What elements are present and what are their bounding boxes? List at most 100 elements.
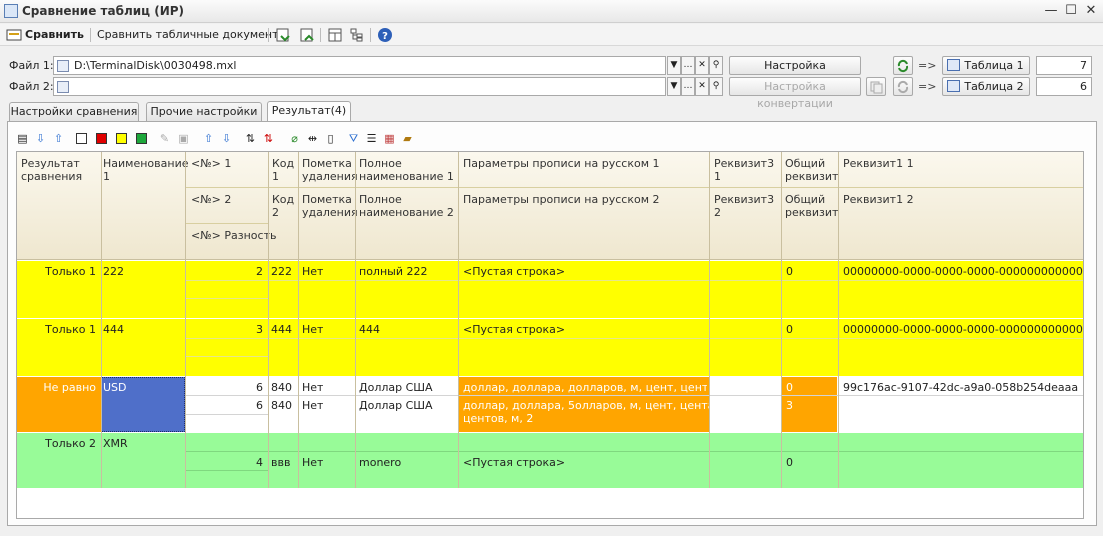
sort-desc-icon[interactable]: ⇅ — [262, 132, 275, 145]
col-header-req3-2[interactable]: Реквизит3 2 — [714, 193, 776, 219]
save-icon[interactable]: ▣ — [177, 132, 190, 145]
title-bar: Сравнение таблиц (ИР) — ☐ ✕ — [0, 0, 1103, 23]
arrow-down-icon[interactable]: ⇩ — [34, 132, 47, 145]
col-header-num1[interactable]: <№> 1 — [191, 157, 231, 170]
table-row[interactable]: Только 1 444 3 444 Нет 444 <Пустая строк… — [17, 319, 1083, 376]
color-red-button[interactable] — [96, 133, 107, 144]
result-grid[interactable]: Результат сравнения Наименование 1 <№> 1… — [16, 151, 1084, 519]
table-icon — [947, 80, 960, 92]
list-icon[interactable]: ☰ — [365, 132, 378, 145]
main-toolbar: Сравнить Сравнить табличные документы ? — [0, 24, 1103, 46]
cell-req1: 99c176ac-9107-42dc-a9a0-058b254deaaa — [843, 381, 1079, 394]
table-icon[interactable] — [327, 27, 343, 43]
col-divider — [268, 152, 269, 488]
row-divider — [186, 280, 1083, 281]
move-up-icon[interactable]: ⇧ — [202, 132, 215, 145]
col-header-req1-2[interactable]: Реквизит1 2 — [843, 193, 914, 206]
file2-copy-button[interactable] — [866, 77, 886, 96]
compare-docs-button[interactable]: Сравнить табличные документы — [97, 27, 287, 43]
table-row[interactable]: Не равно USD 6 840 Нет Доллар США доллар… — [17, 377, 1083, 432]
minimize-button[interactable]: — — [1043, 3, 1059, 19]
file2-select-button[interactable]: … — [681, 77, 695, 96]
cell-common2: 0 — [786, 456, 793, 469]
cell-num2: 6 — [256, 399, 263, 412]
col-header-req1-1[interactable]: Реквизит1 1 — [843, 157, 914, 170]
color-yellow-button[interactable] — [116, 133, 127, 144]
cell-code1: 840 — [271, 381, 292, 394]
cell-common1: 0 — [786, 265, 793, 278]
file2-open-button[interactable]: ⚲ — [709, 77, 723, 96]
col-header-params2[interactable]: Параметры прописи на русском 2 — [463, 193, 660, 206]
report-icon[interactable]: ▦ — [383, 132, 396, 145]
column-insert-icon[interactable]: ⇹ — [306, 132, 319, 145]
edit-icon[interactable]: ✎ — [158, 132, 171, 145]
file1-input[interactable]: D:\TerminalDisk\0030498.mxl — [53, 56, 666, 75]
file2-refresh-button[interactable] — [893, 77, 913, 96]
file2-clear-button[interactable]: ✕ — [695, 77, 709, 96]
close-button[interactable]: ✕ — [1083, 3, 1099, 19]
maximize-button[interactable]: ☐ — [1063, 3, 1079, 19]
cell-deleted1: Нет — [302, 265, 324, 278]
col-header-common1[interactable]: Общий реквизит — [785, 157, 838, 183]
export-icon[interactable] — [299, 27, 315, 43]
color-white-button[interactable] — [76, 133, 87, 144]
column-icon[interactable]: ▯ — [324, 132, 337, 145]
file2-arrow: => — [918, 80, 937, 93]
cell-result: Только 1 — [45, 265, 96, 278]
file2-row: Файл 2: ▼ … ✕ ⚲ Настройка конвертации =>… — [0, 77, 1103, 110]
tab-other-settings[interactable]: Прочие настройки — [146, 102, 262, 122]
col-header-deleted1[interactable]: Пометка удаления — [302, 157, 358, 183]
arrow-up-icon[interactable]: ⇧ — [52, 132, 65, 145]
file2-conversion-settings-button[interactable]: Настройка конвертации — [729, 77, 861, 110]
col-header-code1[interactable]: Код 1 — [272, 157, 294, 183]
col-divider — [458, 152, 459, 488]
file1-open-button[interactable]: ⚲ — [709, 56, 723, 75]
file1-refresh-button[interactable] — [893, 56, 913, 75]
sort-asc-icon[interactable]: ⇅ — [244, 132, 257, 145]
col-header-fullname2[interactable]: Полное наименование 2 — [359, 193, 457, 219]
cell-fullname2: Доллар США — [359, 399, 433, 412]
col-header-name[interactable]: Наименование 1 — [103, 157, 188, 183]
file1-label: Файл 1: — [9, 59, 54, 72]
table-row[interactable]: Только 2 XMR 4 ввв Нет monero <Пустая ст… — [17, 433, 1083, 488]
file2-dropdown-button[interactable]: ▼ — [667, 77, 681, 96]
import-icon[interactable] — [275, 27, 291, 43]
table-row[interactable]: Только 1 222 2 222 Нет полный 222 <Пуста… — [17, 261, 1083, 318]
table2-button[interactable]: Таблица 2 — [942, 77, 1030, 96]
tab-result[interactable]: Результат(4) — [267, 101, 351, 123]
cell-params2: <Пустая строка> — [463, 456, 566, 469]
col-header-num-diff[interactable]: <№> Разность — [191, 229, 276, 242]
col-header-deleted2[interactable]: Пометка удаления — [302, 193, 358, 219]
col-header-result[interactable]: Результат сравнения — [21, 157, 96, 183]
file1-clear-button[interactable]: ✕ — [695, 56, 709, 75]
file2-input[interactable] — [53, 77, 666, 96]
cell-name: 222 — [103, 265, 124, 278]
col-header-num2[interactable]: <№> 2 — [191, 193, 231, 206]
compare-button[interactable]: Сравнить — [25, 27, 84, 43]
cell-code1: 222 — [271, 265, 292, 278]
table1-button[interactable]: Таблица 1 — [942, 56, 1030, 75]
col-header-params1[interactable]: Параметры прописи на русском 1 — [463, 157, 660, 170]
cell-deleted2: Нет — [302, 456, 324, 469]
col-header-code2[interactable]: Код 2 — [272, 193, 294, 219]
file1-conversion-settings-button[interactable]: Настройка конвертации — [729, 56, 861, 89]
col-header-fullname1[interactable]: Полное наименование 1 — [359, 157, 457, 183]
col-header-common2[interactable]: Общий реквизит — [785, 193, 838, 219]
file1-dropdown-button[interactable]: ▼ — [667, 56, 681, 75]
move-down-icon[interactable]: ⇩ — [220, 132, 233, 145]
tree-icon[interactable] — [349, 27, 365, 43]
filter-icon[interactable]: ⛛ — [347, 132, 360, 145]
toolbar-separator — [90, 28, 91, 42]
cell-result: Только 2 — [45, 437, 96, 450]
cell-num1: 6 — [256, 381, 263, 394]
settings-icon[interactable]: ▤ — [16, 132, 29, 145]
toolbar-separator — [320, 28, 321, 42]
color-green-button[interactable] — [136, 133, 147, 144]
cell-fullname2: monero — [359, 456, 402, 469]
tab-compare-settings[interactable]: Настройки сравнения — [9, 102, 139, 122]
col-header-req3-1[interactable]: Реквизит3 1 — [714, 157, 776, 183]
file1-select-button[interactable]: … — [681, 56, 695, 75]
filter-off-icon[interactable]: ⌀ — [288, 132, 301, 145]
help-icon[interactable]: ? — [377, 27, 393, 43]
export-excel-icon[interactable]: ▰ — [401, 132, 414, 145]
